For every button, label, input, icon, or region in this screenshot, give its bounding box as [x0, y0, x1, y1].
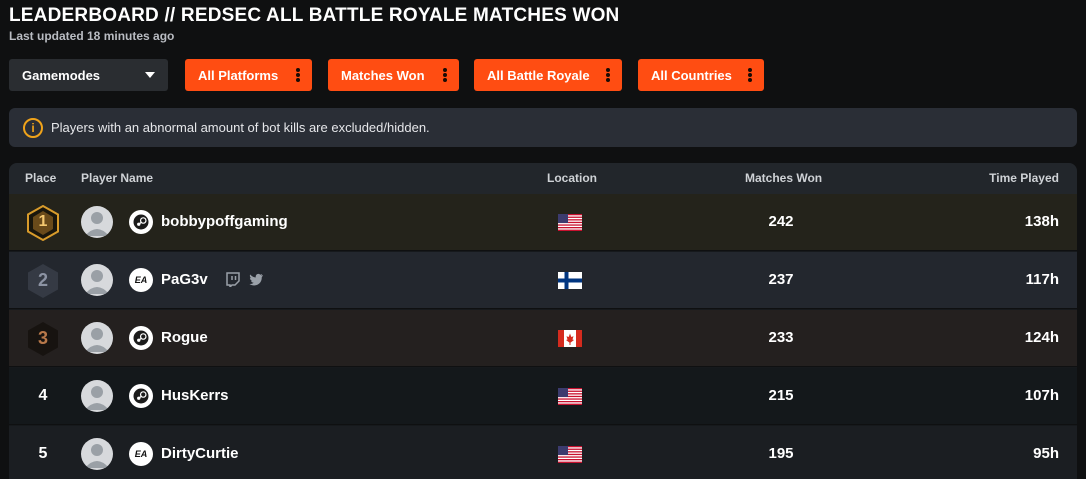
gamemodes-label: Gamemodes	[22, 67, 101, 83]
platforms-filter-label: All Platforms	[198, 67, 279, 83]
matches-won-value: 195	[768, 445, 794, 462]
player-name-link[interactable]: PaG3v	[161, 271, 208, 288]
country-filter-label: All Countries	[651, 67, 732, 83]
place-number: 2	[37, 270, 48, 290]
table-header: Place Player Name Location Matches Won T…	[9, 163, 1077, 194]
gamemodes-dropdown[interactable]: Gamemodes	[9, 59, 168, 91]
column-header-place: Place	[25, 171, 57, 185]
column-header-matches-won: Matches Won	[745, 171, 823, 185]
fi-flag-icon	[558, 272, 582, 289]
mode-filter-label: All Battle Royale	[487, 67, 590, 83]
us-flag-icon	[558, 446, 582, 463]
page-title: LEADERBOARD // REDSEC ALL BATTLE ROYALE …	[9, 5, 620, 26]
place-number: 1	[38, 213, 48, 230]
avatar[interactable]	[81, 206, 113, 238]
table-row[interactable]: 4 HusKerrs 215 107h	[9, 368, 1077, 425]
column-header-time-played: Time Played	[989, 171, 1059, 185]
stat-filter-button[interactable]: Matches Won	[328, 59, 459, 91]
ea-icon: EA	[129, 442, 153, 466]
time-played-value: 138h	[1024, 213, 1059, 230]
time-played-value: 107h	[1024, 387, 1059, 404]
matches-won-value: 242	[768, 213, 794, 230]
player-name-link[interactable]: HusKerrs	[161, 387, 229, 404]
more-vertical-icon	[443, 68, 447, 82]
place-number: 5	[38, 445, 48, 462]
matches-won-value: 215	[768, 387, 794, 404]
more-vertical-icon	[296, 68, 300, 82]
time-played-value: 95h	[1033, 445, 1059, 462]
country-filter-button[interactable]: All Countries	[638, 59, 764, 91]
steam-icon	[129, 210, 153, 234]
player-name-link[interactable]: DirtyCurtie	[161, 445, 239, 462]
avatar[interactable]	[81, 380, 113, 412]
twitter-icon[interactable]	[249, 272, 264, 287]
more-vertical-icon	[748, 68, 752, 82]
column-header-player: Player Name	[81, 171, 154, 185]
table-row[interactable]: 3 Rogue 233 124h	[9, 310, 1077, 367]
chevron-down-icon	[145, 72, 155, 78]
table-row[interactable]: 2 EA PaG3v 237 117h	[9, 252, 1077, 309]
avatar[interactable]	[81, 322, 113, 354]
avatar[interactable]	[81, 438, 113, 470]
place-number: 4	[38, 387, 48, 404]
leaderboard-table: Place Player Name Location Matches Won T…	[9, 163, 1077, 479]
twitch-icon[interactable]	[225, 272, 240, 287]
place-number: 3	[37, 328, 48, 348]
notice-text: Players with an abnormal amount of bot k…	[51, 120, 430, 135]
table-row[interactable]: 1 bobbypoffgaming 242 138h	[9, 194, 1077, 251]
matches-won-value: 237	[768, 271, 794, 288]
bot-kills-notice: i Players with an abnormal amount of bot…	[9, 108, 1077, 147]
player-name-link[interactable]: Rogue	[161, 329, 208, 346]
ca-flag-icon	[558, 330, 582, 347]
time-played-value: 124h	[1024, 329, 1059, 346]
steam-icon	[129, 326, 153, 350]
ea-icon: EA	[129, 268, 153, 292]
time-played-value: 117h	[1025, 271, 1059, 288]
table-row[interactable]: 5 EA DirtyCurtie 195 95h	[9, 426, 1077, 479]
last-updated-text: Last updated 18 minutes ago	[9, 29, 175, 43]
avatar[interactable]	[81, 264, 113, 296]
stat-filter-label: Matches Won	[341, 67, 425, 83]
column-header-location: Location	[547, 171, 597, 185]
more-vertical-icon	[606, 68, 610, 82]
us-flag-icon	[558, 388, 582, 405]
us-flag-icon	[558, 214, 582, 231]
steam-icon	[129, 384, 153, 408]
mode-filter-button[interactable]: All Battle Royale	[474, 59, 622, 91]
info-icon: i	[23, 117, 43, 138]
platforms-filter-button[interactable]: All Platforms	[185, 59, 312, 91]
player-name-link[interactable]: bobbypoffgaming	[161, 213, 288, 230]
matches-won-value: 233	[768, 329, 794, 346]
